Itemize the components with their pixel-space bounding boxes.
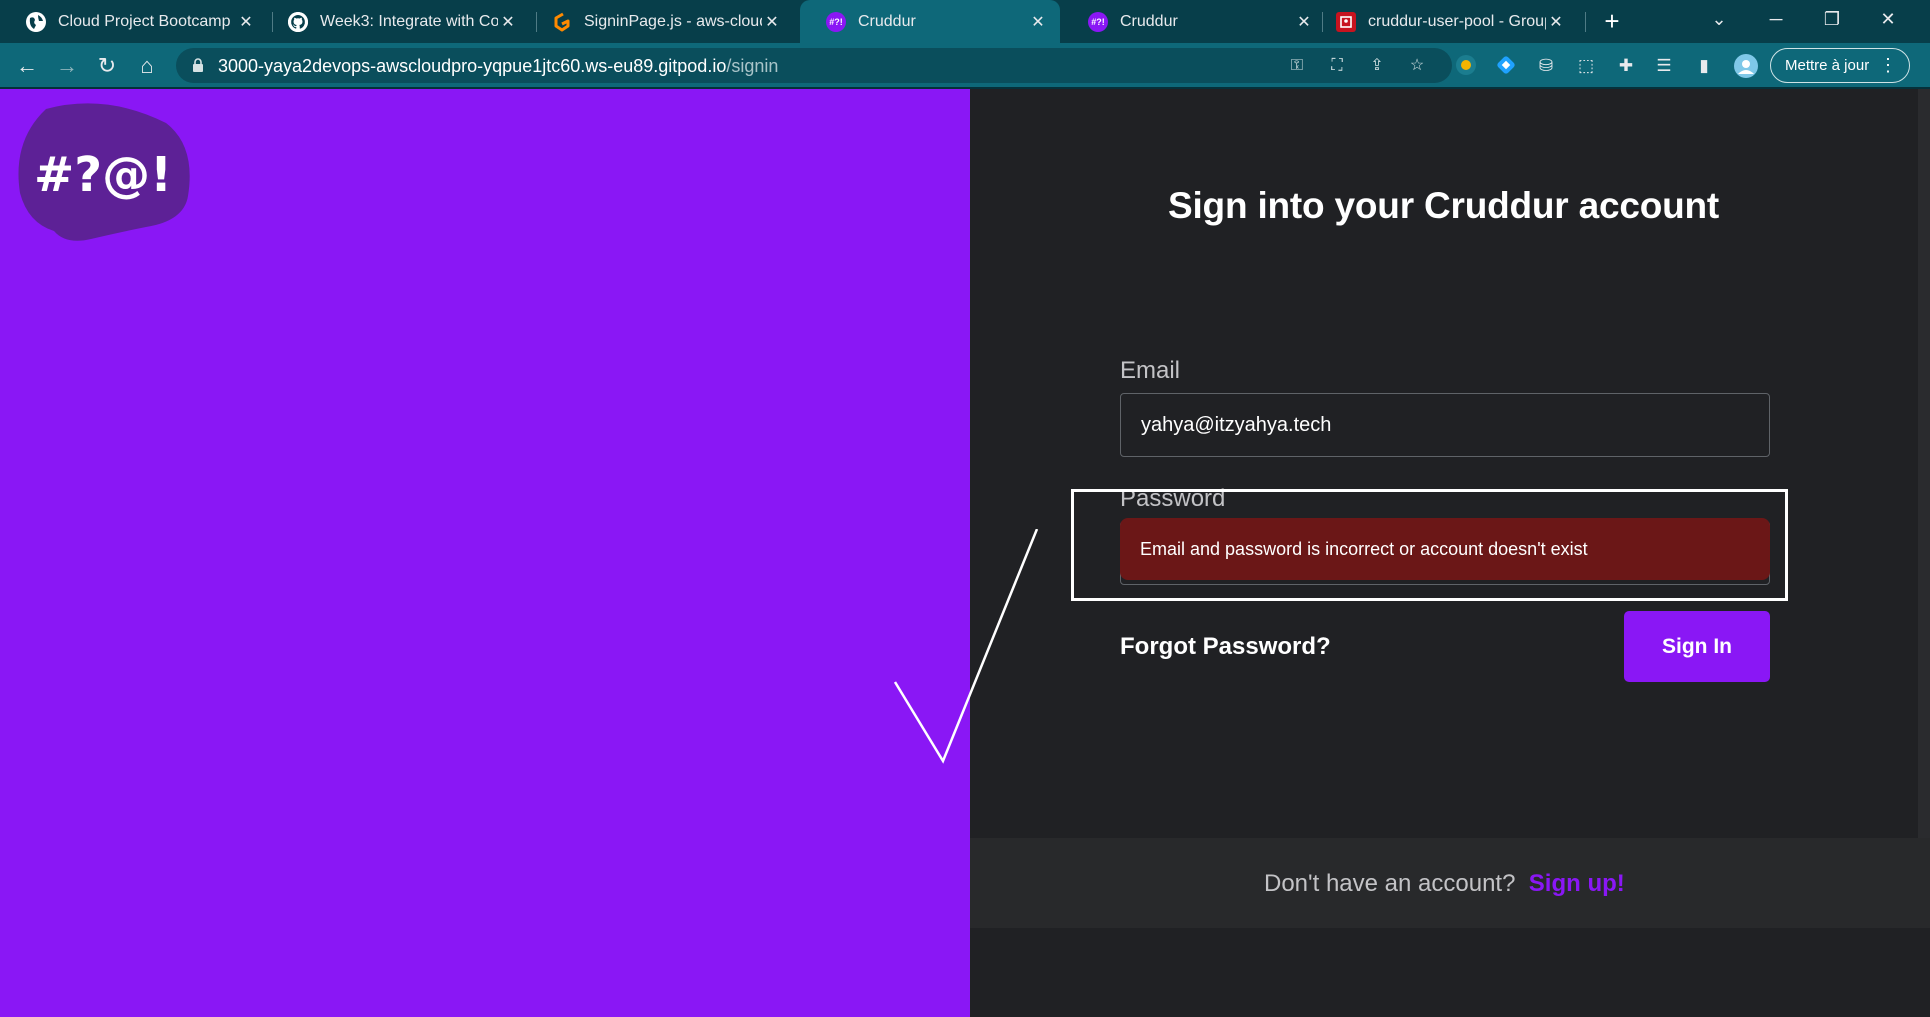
update-label: Mettre à jour <box>1785 57 1870 74</box>
media-control-icon[interactable]: ☰ <box>1652 54 1676 78</box>
tab-title: Cloud Project Bootcamp <box>58 12 231 30</box>
globe-icon <box>26 11 46 32</box>
sign-up-link[interactable]: Sign up! <box>1529 870 1625 897</box>
github-icon <box>288 11 308 32</box>
tab-title: SigninPage.js - aws-cloud-p <box>584 12 762 30</box>
tab-week3-integrate[interactable]: Week3: Integrate with Cogr ✕ <box>262 0 530 43</box>
tab-title: cruddur-user-pool - Group <box>1368 12 1546 30</box>
tab-cloud-project-bootcamp[interactable]: Cloud Project Bootcamp ✕ <box>0 0 268 43</box>
scrollbar[interactable] <box>1918 89 1930 919</box>
logo-text: #?@! <box>34 147 172 203</box>
lock-icon <box>193 58 203 72</box>
bookmark-star-icon[interactable]: ☆ <box>1406 56 1428 76</box>
cruddur-icon: #?! <box>826 11 846 32</box>
page-title: Sign into your Cruddur account <box>1168 185 1720 226</box>
cruddur-icon: #?! <box>1088 11 1108 32</box>
back-icon[interactable]: ← <box>13 52 41 80</box>
close-tab-icon[interactable]: ✕ <box>762 12 782 32</box>
url-host: 3000-yaya2devops-awscloudpro-yqpue1jtc60… <box>218 56 727 76</box>
tab-title: Cruddur <box>858 12 916 30</box>
extensions-puzzle-icon[interactable]: ✚ <box>1614 54 1638 78</box>
menu-dots-icon[interactable]: ⋮ <box>1879 49 1897 82</box>
key-icon[interactable]: ⚿ <box>1286 56 1308 76</box>
gitpod-icon <box>552 12 572 32</box>
share-icon[interactable]: ⇪ <box>1366 56 1388 76</box>
url-text[interactable]: 3000-yaya2devops-awscloudpro-yqpue1jtc60… <box>218 56 778 77</box>
tab-cruddur[interactable]: #?! Cruddur ✕ <box>1062 0 1326 43</box>
email-label: Email <box>1120 357 1181 384</box>
screenshot-icon[interactable]: ⬚ <box>1574 54 1598 78</box>
address-bar[interactable]: 3000-yaya2devops-awscloudpro-yqpue1jtc60… <box>176 48 1452 83</box>
aws-cognito-icon <box>1336 11 1356 32</box>
checkmark-annotation <box>893 529 1039 764</box>
close-tab-icon[interactable]: ✕ <box>1028 12 1048 32</box>
email-field[interactable] <box>1120 393 1770 457</box>
tab-cruddur-user-pool[interactable]: cruddur-user-pool - Group ✕ <box>1310 0 1578 43</box>
tab-signinpage-js[interactable]: SigninPage.js - aws-cloud-p ✕ <box>526 0 794 43</box>
extension-icon[interactable] <box>1454 54 1478 78</box>
restore-icon[interactable]: ❐ <box>1804 0 1860 40</box>
close-tab-icon[interactable]: ✕ <box>498 12 518 32</box>
tab-divider <box>1585 12 1586 32</box>
close-tab-icon[interactable]: ✕ <box>1546 12 1566 32</box>
forgot-password-link[interactable]: Forgot Password? <box>1120 633 1331 661</box>
tab-cruddur-active[interactable]: #?! Cruddur ✕ <box>800 0 1060 43</box>
tab-search-icon[interactable]: ⌄ <box>1691 0 1747 40</box>
close-window-icon[interactable]: ✕ <box>1860 0 1916 40</box>
forward-icon[interactable]: → <box>53 52 81 80</box>
translate-icon[interactable]: ⛶ <box>1326 56 1348 76</box>
profile-avatar-icon[interactable] <box>1734 54 1758 78</box>
tab-title: Week3: Integrate with Cogr <box>320 12 498 30</box>
browser-tab-bar: Cloud Project Bootcamp ✕ Week3: Integrat… <box>0 0 1930 43</box>
update-browser-button[interactable]: Mettre à jour ⋮ <box>1770 48 1910 83</box>
reload-icon[interactable]: ↻ <box>93 52 121 80</box>
minimize-icon[interactable]: ─ <box>1748 0 1804 40</box>
home-icon[interactable]: ⌂ <box>133 52 161 80</box>
browser-toolbar: ← → ↻ ⌂ 3000-yaya2devops-awscloudpro-yqp… <box>0 43 1930 88</box>
signup-footer: Don't have an account? Sign up! <box>970 838 1930 928</box>
extension-icon[interactable] <box>1494 54 1518 78</box>
url-path: /signin <box>726 56 779 76</box>
close-tab-icon[interactable]: ✕ <box>236 12 256 32</box>
cruddur-logo: #?@! <box>18 103 190 241</box>
error-message: Email and password is incorrect or accou… <box>1120 518 1770 580</box>
extension-icon[interactable]: ⛁ <box>1534 54 1558 78</box>
signup-prompt: Don't have an account? <box>1264 870 1516 897</box>
new-tab-button[interactable]: + <box>1597 6 1627 36</box>
sign-in-button[interactable]: Sign In <box>1624 611 1770 682</box>
tab-title: Cruddur <box>1120 12 1178 30</box>
side-panel-icon[interactable]: ▮ <box>1692 54 1716 78</box>
